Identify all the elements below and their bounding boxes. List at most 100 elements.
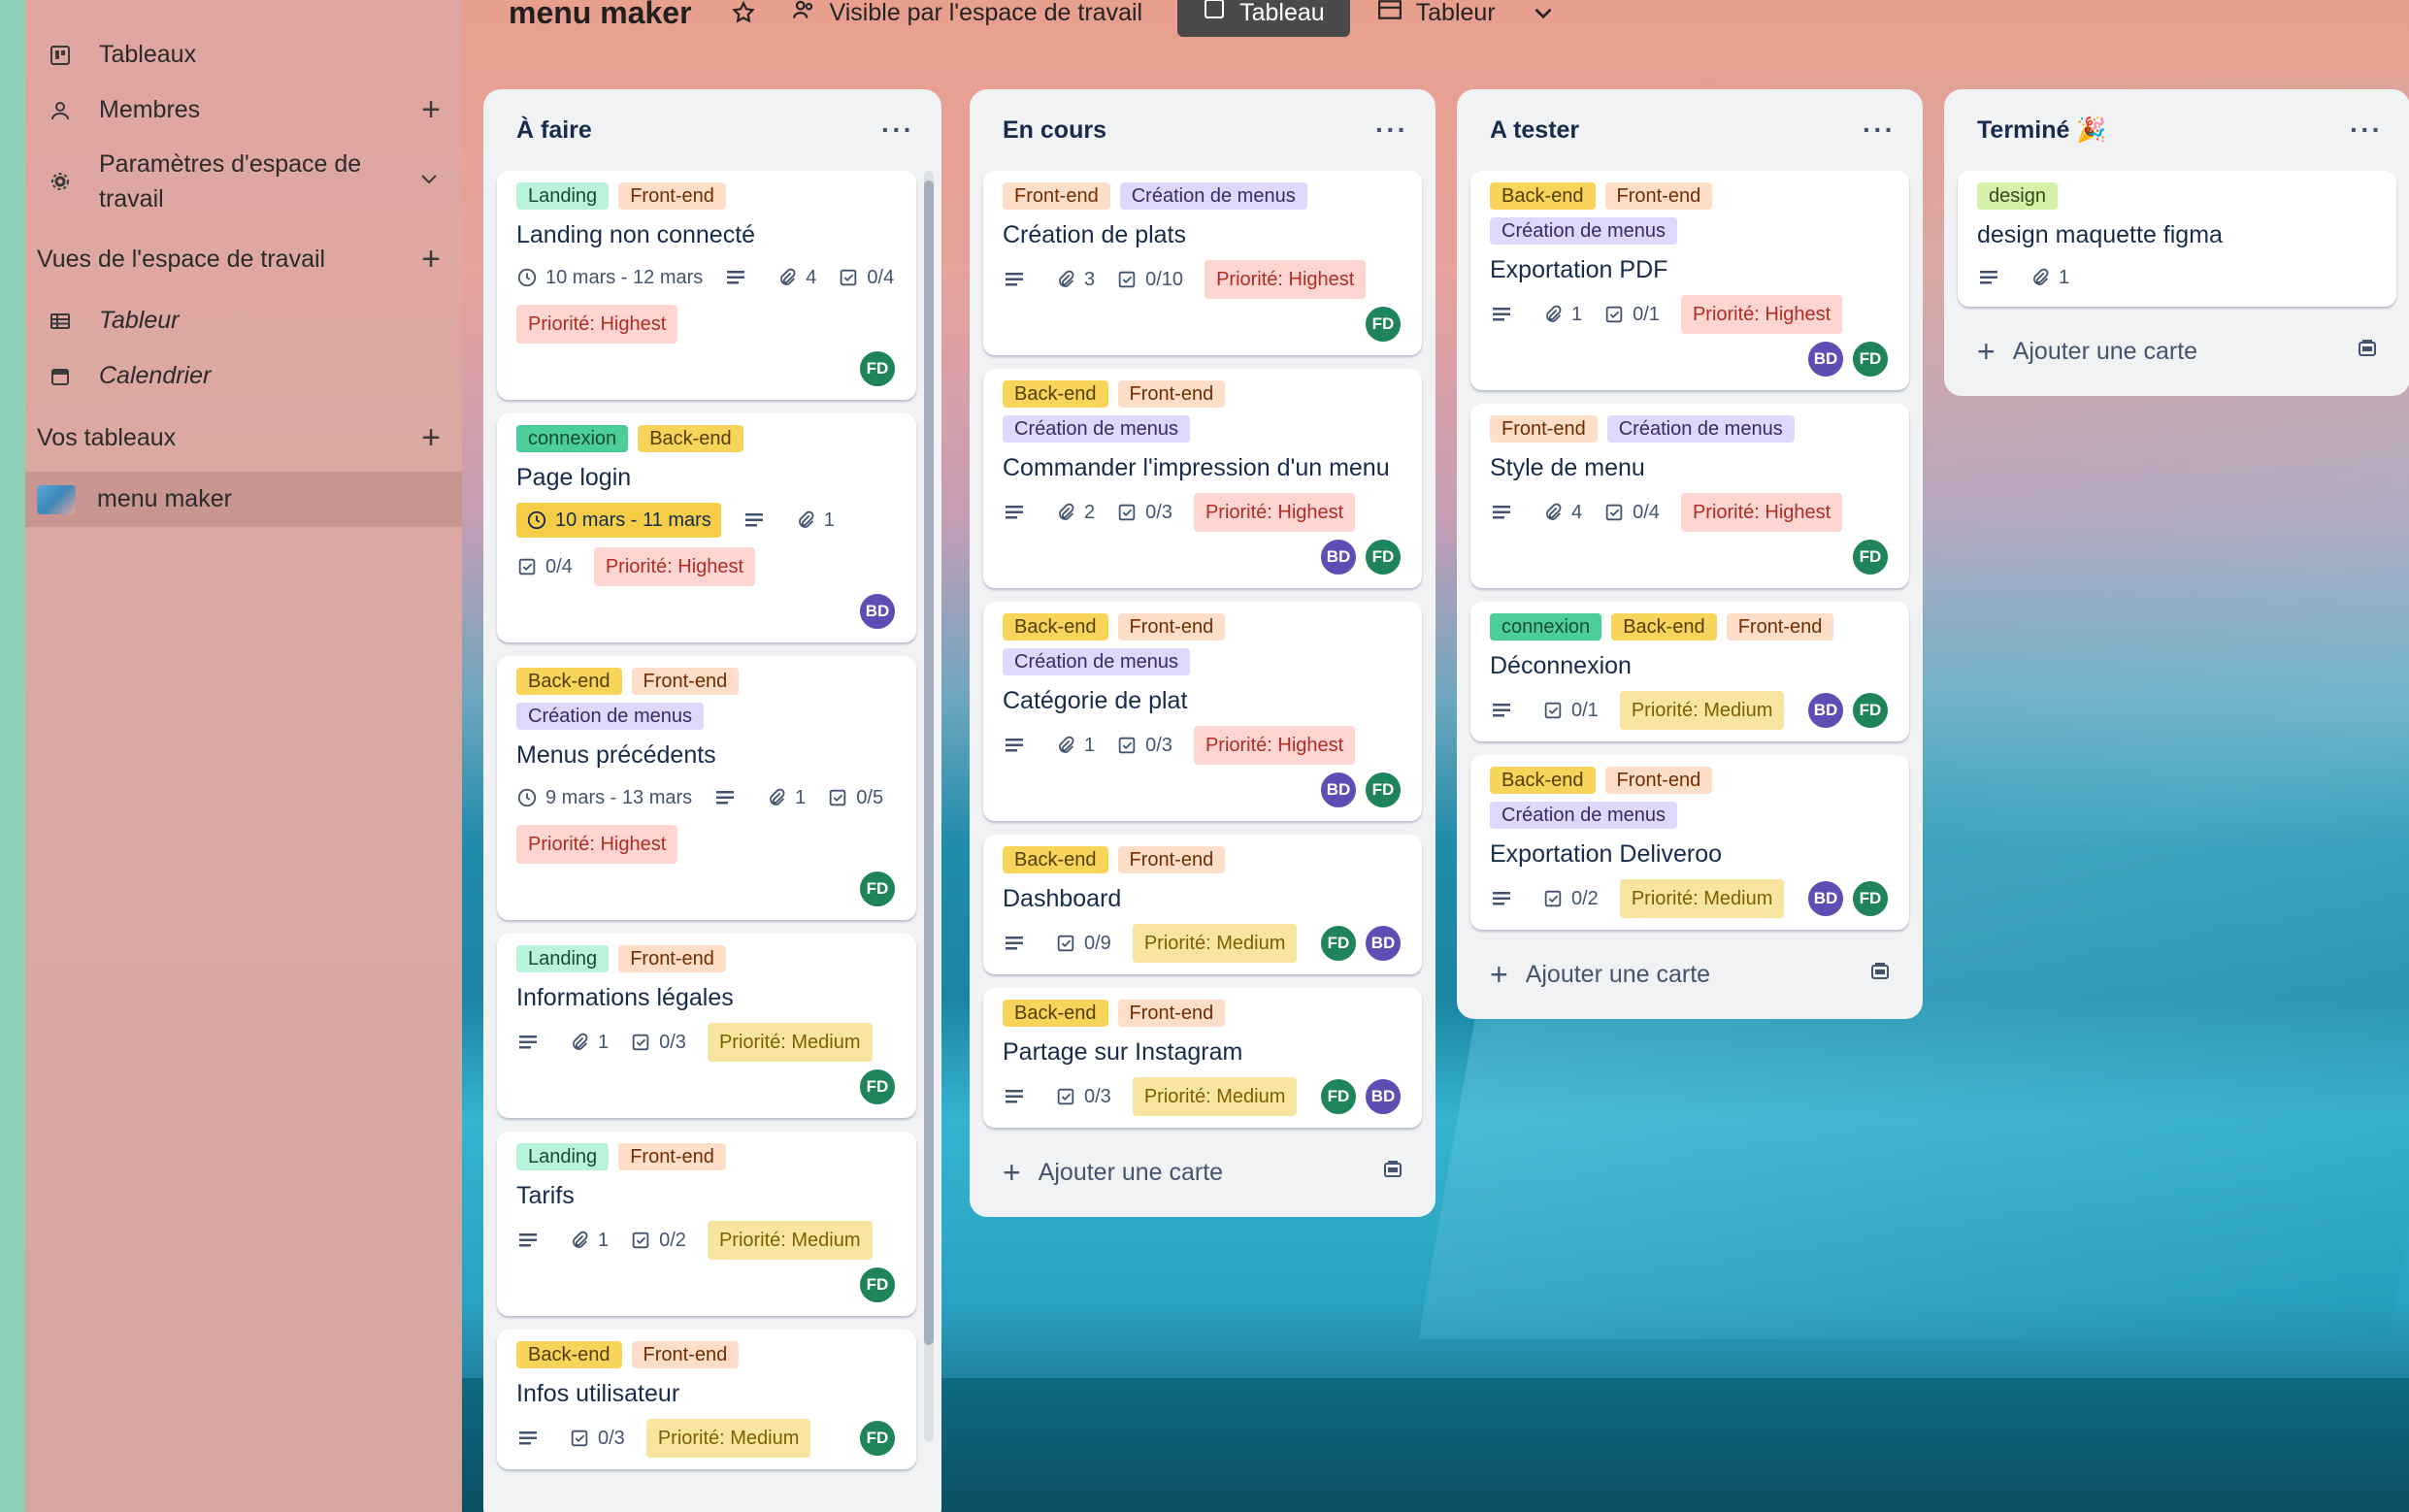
card-label[interactable]: Création de menus xyxy=(1003,415,1190,443)
card[interactable]: Landing Front-end Tarifs 1 0/2 Priorité: Medi… xyxy=(497,1132,916,1316)
card-label[interactable]: Front-end xyxy=(1117,846,1226,873)
card-label[interactable]: Front-end xyxy=(1117,1000,1226,1027)
card-label[interactable]: Création de menus xyxy=(1606,415,1795,443)
card[interactable]: Back-end Front-end Création de menus Catégo… xyxy=(983,602,1422,821)
card[interactable]: Front-end Création de menus Création de pl… xyxy=(983,171,1422,355)
avatar[interactable]: FD xyxy=(858,1419,897,1458)
list-title[interactable]: En cours xyxy=(1003,116,1106,145)
visibility-button[interactable]: Visible par l'espace de travail xyxy=(791,0,1142,29)
card-label[interactable]: Création de menus xyxy=(1119,182,1307,210)
more-icon[interactable]: ··· xyxy=(881,115,914,146)
avatar[interactable]: BD xyxy=(1806,340,1845,378)
card[interactable]: Back-end Front-end Création de menus Menus … xyxy=(497,656,916,920)
avatar[interactable]: FD xyxy=(1851,340,1890,378)
sidebar-item-calendrier[interactable]: Calendrier xyxy=(25,348,462,404)
card-label[interactable]: Back-end xyxy=(1003,613,1108,641)
card-label[interactable]: Front-end xyxy=(1604,182,1713,210)
card[interactable]: Back-end Front-end Infos utilisateur 0/3 Pri… xyxy=(497,1330,916,1469)
star-icon[interactable] xyxy=(731,0,756,25)
avatar[interactable]: FD xyxy=(1364,305,1402,344)
avatar[interactable]: FD xyxy=(1364,771,1402,809)
add-board-icon[interactable]: + xyxy=(421,419,441,457)
card-label[interactable]: Front-end xyxy=(618,1143,726,1170)
avatar[interactable]: FD xyxy=(1851,538,1890,576)
card-label[interactable]: Back-end xyxy=(1490,767,1596,794)
card[interactable]: Back-end Front-end Création de menus Export… xyxy=(1470,755,1909,930)
more-icon[interactable]: ··· xyxy=(1863,115,1896,146)
list-title[interactable]: À faire xyxy=(516,116,592,145)
template-icon[interactable] xyxy=(1868,960,1892,990)
avatar[interactable]: FD xyxy=(1364,538,1402,576)
chevron-down-icon[interactable] xyxy=(417,167,441,197)
card[interactable]: design design maquette figma 1 xyxy=(1958,171,2396,307)
avatar[interactable]: FD xyxy=(858,870,897,908)
list-title[interactable]: Terminé 🎉 xyxy=(1977,116,2106,145)
card-label[interactable]: design xyxy=(1977,182,2058,210)
card-label[interactable]: Landing xyxy=(516,945,610,972)
list-header[interactable]: À faire ··· xyxy=(497,89,928,171)
card-label[interactable]: connexion xyxy=(516,425,629,452)
scrollbar-thumb[interactable] xyxy=(924,181,934,1345)
add-card-button[interactable]: + Ajouter une carte xyxy=(1470,943,1909,1005)
avatar[interactable]: FD xyxy=(858,349,897,388)
list-title[interactable]: A tester xyxy=(1490,116,1579,145)
avatar[interactable]: BD xyxy=(1364,924,1402,963)
card-label[interactable]: Back-end xyxy=(1611,613,1717,641)
card-label[interactable]: Front-end xyxy=(1117,380,1226,408)
card[interactable]: Landing Front-end Landing non connecté 10 m… xyxy=(497,171,916,400)
avatar[interactable]: FD xyxy=(1319,924,1358,963)
avatar[interactable]: FD xyxy=(858,1068,897,1106)
sidebar-item-membres[interactable]: Membres + xyxy=(25,82,462,138)
add-view-icon[interactable]: + xyxy=(421,241,441,279)
board-title[interactable]: menu maker xyxy=(509,0,692,31)
avatar[interactable]: BD xyxy=(1319,538,1358,576)
card-label[interactable]: connexion xyxy=(1490,613,1602,641)
card-label[interactable]: Front-end xyxy=(631,1341,740,1368)
card-label[interactable]: Création de menus xyxy=(1003,648,1190,675)
card-label[interactable]: Landing xyxy=(516,182,610,210)
avatar[interactable]: FD xyxy=(1851,691,1890,730)
card-label[interactable]: Back-end xyxy=(638,425,743,452)
sidebar-item-tableur[interactable]: Tableur xyxy=(25,293,462,348)
avatar[interactable]: FD xyxy=(858,1265,897,1304)
view-tableau-button[interactable]: Tableau xyxy=(1177,0,1350,37)
card-label[interactable]: Back-end xyxy=(1003,380,1108,408)
template-icon[interactable] xyxy=(2356,337,2379,367)
add-member-icon[interactable]: + xyxy=(421,91,441,129)
card-label[interactable]: Back-end xyxy=(516,668,622,695)
avatar[interactable]: FD xyxy=(1851,879,1890,918)
view-tableur-button[interactable]: Tableur xyxy=(1377,0,1496,27)
card-label[interactable]: Landing xyxy=(516,1143,610,1170)
card-label[interactable]: Back-end xyxy=(516,1341,622,1368)
card-label[interactable]: Création de menus xyxy=(516,703,704,730)
list-scrollbar[interactable] xyxy=(924,171,934,1442)
card[interactable]: Landing Front-end Informations légales 1 0/3… xyxy=(497,934,916,1118)
sidebar-item-tableaux[interactable]: Tableaux xyxy=(25,27,462,82)
card[interactable]: Back-end Front-end Dashboard 0/9 Priorité: M… xyxy=(983,835,1422,974)
avatar[interactable]: BD xyxy=(1806,879,1845,918)
more-icon[interactable]: ··· xyxy=(1375,115,1408,146)
more-icon[interactable]: ··· xyxy=(2350,115,2383,146)
avatar[interactable]: BD xyxy=(1364,1077,1402,1116)
card-label[interactable]: Back-end xyxy=(1003,1000,1108,1027)
avatar[interactable]: BD xyxy=(858,592,897,631)
template-icon[interactable] xyxy=(1381,1158,1404,1188)
add-card-button[interactable]: + Ajouter une carte xyxy=(1958,320,2396,382)
card[interactable]: Back-end Front-end Création de menus Comman… xyxy=(983,369,1422,588)
list-header[interactable]: A tester ··· xyxy=(1470,89,1909,171)
sidebar-item-menu-maker[interactable]: menu maker xyxy=(25,472,462,527)
card-label[interactable]: Front-end xyxy=(1117,613,1226,641)
card[interactable]: Front-end Création de menus Style de menu 4… xyxy=(1470,404,1909,588)
card-label[interactable]: Front-end xyxy=(618,945,726,972)
card-label[interactable]: Création de menus xyxy=(1490,217,1677,245)
avatar[interactable]: BD xyxy=(1319,771,1358,809)
avatar[interactable]: BD xyxy=(1806,691,1845,730)
sidebar-item-parametres[interactable]: Paramètres d'espace de travail xyxy=(25,138,462,225)
card[interactable]: connexion Back-end Page login 10 mars - 11 … xyxy=(497,413,916,642)
card-label[interactable]: Front-end xyxy=(631,668,740,695)
card-label[interactable]: Back-end xyxy=(1490,182,1596,210)
card-label[interactable]: Front-end xyxy=(618,182,726,210)
card-label[interactable]: Front-end xyxy=(1003,182,1110,210)
add-card-button[interactable]: + Ajouter une carte xyxy=(983,1141,1422,1203)
card-label[interactable]: Création de menus xyxy=(1490,802,1677,829)
